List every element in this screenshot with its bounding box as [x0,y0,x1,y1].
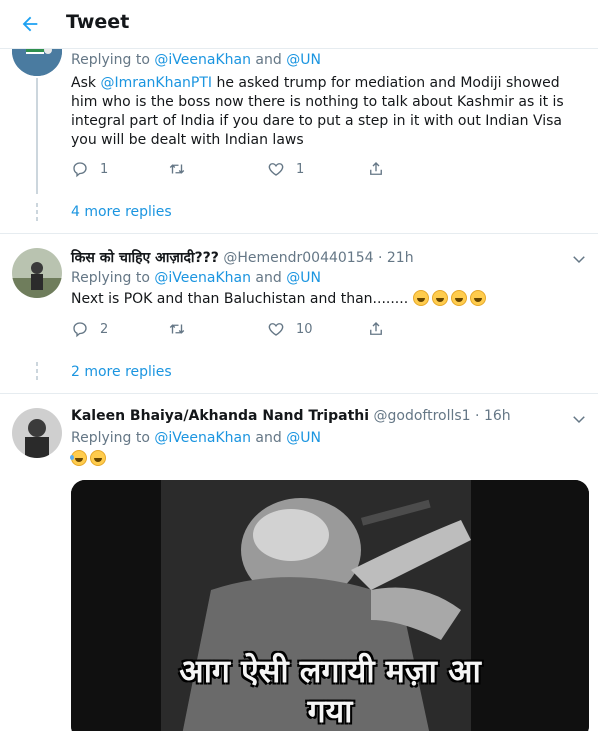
replying-and: and [255,430,282,446]
laughing-emoji-icon [431,290,448,306]
mention-link[interactable]: @ImranKhanPTI [100,75,212,91]
retweet-icon [169,324,185,334]
replying-label: Replying to [71,430,150,446]
share-button[interactable] [367,160,385,178]
avatar-image [12,408,62,458]
share-icon [370,162,382,175]
mention-link[interactable]: @iVeenaKhan [154,430,251,446]
user-handle[interactable]: @godoftrolls1 [374,408,471,424]
replying-and: and [255,52,282,68]
replying-label: Replying to [71,270,150,286]
tweet-text-part: Next is POK and than Baluchistan and tha… [71,291,409,307]
tweet-actions: 2 10 [71,320,401,340]
replying-and: and [255,270,282,286]
reply-button[interactable]: 1 [71,160,108,178]
tweet-text-part: Ask [71,75,101,91]
laughing-emoji-icon [450,290,467,306]
display-name[interactable]: किस को चाहिए आज़ादी??? [71,250,219,266]
tweet-actions: 1 1 [71,160,401,180]
avatar-image [12,248,62,298]
mention-link[interactable]: @UN [286,270,321,286]
like-count: 1 [296,161,305,177]
display-name[interactable]: Kaleen Bhaiya/Akhanda Nand Tripathi [71,408,369,424]
tweet-text [70,450,581,469]
chevron-down-icon[interactable] [570,410,588,428]
tweet-header: किस को चाहिए आज़ादी??? @Hemendr00440154 … [71,248,414,267]
media-caption-line: आग ऐसी लगायी मज़ा आ [179,652,481,690]
top-bar: Tweet [0,0,598,49]
reply-icon [73,322,87,338]
retweet-button[interactable] [168,320,197,338]
heart-icon [268,323,284,336]
avatar[interactable] [12,408,62,458]
laughing-emoji-icon [469,290,486,306]
timestamp[interactable]: 16h [484,408,511,424]
reply-button[interactable]: 2 [71,320,108,338]
laughing-emoji-icon [90,450,106,466]
reply-tweet[interactable]: किस को चाहिए आज़ादी??? @Hemendr00440154 … [0,234,598,392]
media-caption-line: गया [307,692,353,730]
like-count: 10 [296,321,313,337]
replying-to: Replying to @iVeenaKhan and @UN [71,430,321,446]
mention-link[interactable]: @UN [286,430,321,446]
page-title: Tweet [66,11,130,33]
replying-to: Replying to @iVeenaKhan and @UN [71,270,321,286]
tweet-text: Next is POK and than Baluchistan and tha… [71,290,581,309]
tweet-header: Kaleen Bhaiya/Akhanda Nand Tripathi @god… [71,408,511,424]
user-handle[interactable]: @Hemendr00440154 [223,250,373,266]
separator: · [377,250,383,266]
laughing-emoji-icon [70,450,87,466]
back-button[interactable] [14,8,46,40]
tweet-text: Ask @ImranKhanPTI he asked trump for med… [71,74,581,150]
like-button[interactable]: 10 [267,320,313,338]
mention-link[interactable]: @iVeenaKhan [154,52,251,68]
arrow-left-icon [22,16,38,32]
share-button[interactable] [367,320,385,338]
laughing-emoji-icon [412,290,429,306]
retweet-icon [169,164,185,174]
mention-link[interactable]: @iVeenaKhan [154,270,251,286]
avatar[interactable] [12,248,62,298]
thread-dots [36,203,38,224]
reply-count: 1 [100,161,109,177]
reply-count: 2 [100,321,109,337]
reply-icon [73,162,87,178]
replying-label: Replying to [71,52,150,68]
mention-link[interactable]: @UN [286,52,321,68]
like-button[interactable]: 1 [267,160,304,178]
more-replies-link[interactable]: 2 more replies [71,364,172,380]
separator: · [475,408,480,424]
thread-dots [36,362,38,383]
retweet-button[interactable] [168,160,197,178]
heart-icon [268,163,284,176]
replying-to: Replying to @iVeenaKhan and @UN [71,52,321,68]
timestamp[interactable]: 21h [387,250,414,266]
tweet-media-image[interactable]: आग ऐसी लगायी मज़ा आ गया [71,480,589,731]
chevron-down-icon[interactable] [570,250,588,268]
thread-line [36,78,38,194]
more-replies-link[interactable]: 4 more replies [71,204,172,220]
share-icon [370,322,382,335]
